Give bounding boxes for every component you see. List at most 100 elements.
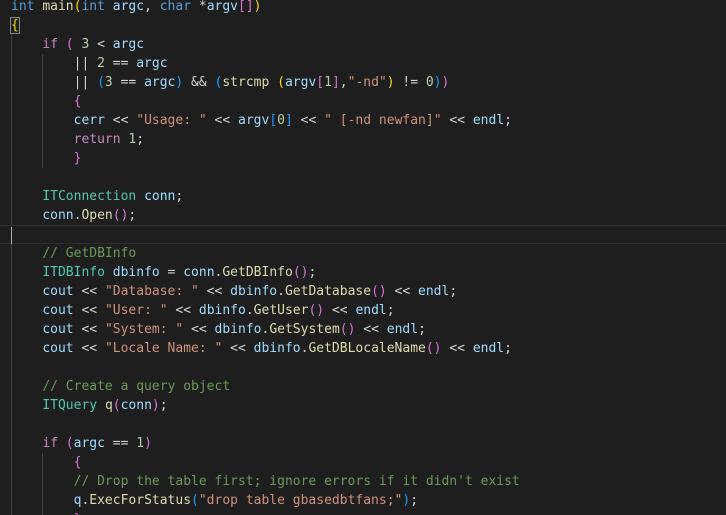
code-line[interactable]: cerr << "Usage: " << argv[0] << " [-nd n… <box>0 111 726 130</box>
code-token: ) <box>386 75 395 90</box>
code-line[interactable]: cout << "Locale Name: " << dbinfo.GetDBL… <box>0 339 726 358</box>
code-token: == <box>104 436 137 451</box>
code-line[interactable]: conn.Open(); <box>0 206 726 225</box>
code-line[interactable]: { <box>0 453 726 472</box>
code-token: GetDBInfo <box>222 265 293 280</box>
code-token: , <box>339 75 348 90</box>
code-line[interactable]: cout << "System: " << dbinfo.GetSystem()… <box>0 320 726 339</box>
code-token: ; <box>504 113 512 128</box>
code-token: << <box>73 322 105 337</box>
code-line[interactable]: ITQuery q(conn); <box>0 396 726 415</box>
code-token: ExecForStatus <box>89 493 192 508</box>
code-token: cout <box>42 322 74 337</box>
code-token: { <box>73 94 82 109</box>
code-token: << <box>198 284 231 299</box>
code-line[interactable]: ITDBInfo dbinfo = conn.GetDBInfo(); <box>0 263 726 282</box>
code-token: 1 <box>136 436 145 451</box>
code-text: // GetDBInfo <box>11 244 136 263</box>
code-token: ( <box>97 75 105 90</box>
code-text: // Create a query object <box>11 377 230 396</box>
code-line[interactable]: int main(int argc, char *argv[]) <box>0 0 726 16</box>
code-token: dbinfo <box>253 341 301 356</box>
code-token: "System: " <box>104 322 184 337</box>
code-token: conn <box>183 265 215 280</box>
code-text: } <box>11 510 82 515</box>
code-token: << <box>73 303 105 318</box>
code-token: 3 <box>104 75 113 90</box>
code-token: || <box>11 75 98 90</box>
code-line[interactable] <box>0 168 726 187</box>
code-token: argv <box>284 75 317 90</box>
code-line[interactable]: { <box>0 16 726 35</box>
code-token: << <box>73 341 105 356</box>
code-line[interactable] <box>0 358 726 377</box>
code-line[interactable]: // Create a query object <box>0 377 726 396</box>
code-text: ITQuery q(conn); <box>11 396 167 415</box>
code-line[interactable]: // GetDBInfo <box>0 244 726 263</box>
code-token: ; <box>136 132 145 147</box>
code-editor[interactable]: int main(int argc, char *argv[]){ if ( 3… <box>0 0 726 515</box>
code-line[interactable]: // Drop the table first; ignore errors i… <box>0 472 726 491</box>
code-line[interactable]: || (3 == argc) && (strcmp (argv[1],"-nd"… <box>0 73 726 92</box>
code-line[interactable]: q.ExecForStatus("drop table gbasedbtfans… <box>0 491 726 510</box>
code-token: endl <box>472 341 505 356</box>
code-token: << <box>206 113 239 128</box>
code-token: ; <box>504 341 512 356</box>
code-token: if <box>42 436 58 451</box>
code-line[interactable]: { <box>0 92 726 111</box>
code-token: endl <box>418 284 450 299</box>
code-line[interactable]: if ( 3 < argc <box>0 35 726 54</box>
code-token: dbinfo <box>198 303 246 318</box>
code-token: endl <box>386 322 419 337</box>
code-token: << <box>104 113 137 128</box>
code-text: { <box>11 92 82 111</box>
code-token: argc <box>73 436 105 451</box>
code-line[interactable]: return 1; <box>0 130 726 149</box>
code-line[interactable]: || 2 == argc <box>0 54 726 73</box>
code-text: cerr << "Usage: " << argv[0] << " [-nd n… <box>11 111 512 130</box>
code-text: { <box>10 16 20 35</box>
code-token: << <box>441 341 473 356</box>
code-line[interactable]: } <box>0 510 726 515</box>
code-token: " [-nd newfan]" <box>324 113 442 128</box>
code-line[interactable]: ITConnection conn; <box>0 187 726 206</box>
code-text: int main(int argc, char *argv[]) <box>11 0 262 16</box>
code-token: == <box>104 56 137 71</box>
code-line-current[interactable] <box>0 225 726 244</box>
code-token: argv <box>238 113 270 128</box>
code-token: ) <box>144 436 152 451</box>
code-token: ; <box>418 322 426 337</box>
code-token: ( <box>112 398 121 413</box>
code-token: "User: " <box>104 303 168 318</box>
code-token: "Usage: " <box>136 113 207 128</box>
code-token: conn <box>120 398 152 413</box>
code-token: . <box>277 284 285 299</box>
code-token: () <box>308 303 325 318</box>
code-token: cerr <box>73 113 105 128</box>
code-line[interactable]: if (argc == 1) <box>0 434 726 453</box>
code-token: . <box>245 303 254 318</box>
code-token: argv <box>206 0 239 14</box>
code-token: dbinfo <box>230 284 278 299</box>
code-line[interactable]: cout << "User: " << dbinfo.GetUser() << … <box>0 301 726 320</box>
code-text: ITConnection conn; <box>11 187 183 206</box>
code-token: if <box>42 37 58 52</box>
code-token: conn <box>42 208 74 223</box>
code-token: ( <box>65 436 74 451</box>
code-line[interactable] <box>0 415 726 434</box>
code-line[interactable]: } <box>0 149 726 168</box>
code-token: 0 <box>425 75 434 90</box>
code-token: ITConnection <box>42 189 137 204</box>
code-token: 1 <box>324 75 332 90</box>
code-line[interactable]: cout << "Database: " << dbinfo.GetDataba… <box>0 282 726 301</box>
